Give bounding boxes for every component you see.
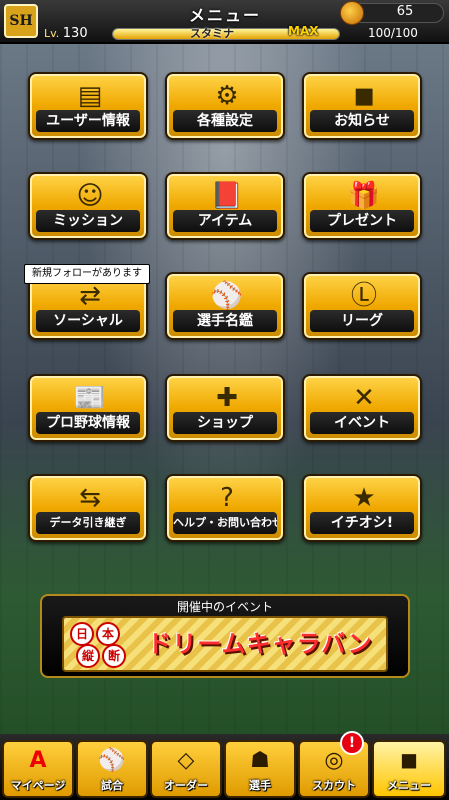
mascot-icon: ◼ [399,748,419,773]
help-label: ヘルプ・お問い合わせ [173,512,277,534]
badge-char-3: 縦 [76,644,100,668]
level-value: 130 [62,26,88,41]
phones-transfer-icon: ⇆ [79,483,101,513]
item-button[interactable]: 📕 アイテム [165,172,285,240]
nav-mypage-label: マイページ [10,779,66,792]
badge-char-2: 本 [96,622,120,646]
event-banner[interactable]: 日 本 縦 断 ドリームキャラバン [62,616,388,672]
star-icon: ★ [352,483,376,513]
badge-char-4: 断 [102,644,126,668]
mission-label: ミッション [36,210,140,232]
nav-order-label: オーダー [164,779,208,792]
help-button[interactable]: ? ヘルプ・お問い合わせ [165,474,285,542]
level-display: Lv. 130 [44,26,88,41]
league-label: リーグ [310,310,414,332]
social-label: ソーシャル [36,310,140,332]
nav-game[interactable]: ⚾ 試合 [76,740,148,798]
nav-mypage[interactable]: A マイページ [2,740,74,798]
stamina-max-label: MAX [288,24,319,38]
mascot-icon: ◼ [353,81,375,111]
mission-button[interactable]: ☺ ミッション [28,172,148,240]
pro-baseball-info-button[interactable]: 📰 プロ野球情報 [28,374,148,442]
coin-count: 65 [396,4,414,19]
nav-game-label: 試合 [101,779,123,792]
shop-label: ショップ [173,412,277,434]
pitcher-icon: ⚾ [210,281,244,311]
user-info-label: ユーザー情報 [36,110,140,132]
id-card-icon: ▤ [77,81,103,111]
shop-icon: ✚ [216,383,238,413]
coin-icon [340,1,364,25]
player-icon: ☗ [250,748,270,773]
data-transfer-label: データ引き継ぎ [36,512,140,534]
user-info-button[interactable]: ▤ ユーザー情報 [28,72,148,140]
present-button[interactable]: 🎁 プレゼント [302,172,422,240]
a-logo-icon: A [29,748,47,773]
event-button[interactable]: ✕ イベント [302,374,422,442]
nav-scout-label: スカウト [312,779,356,792]
page-title: メニュー [188,6,261,25]
new-follow-notice: 新規フォローがあります [24,264,150,284]
player-directory-label: 選手名鑑 [173,310,277,332]
current-event-title: 開催中のイベント [176,600,273,614]
recommend-label: イチオシ! [310,512,414,534]
newspaper-icon: 📰 [73,383,107,413]
badge-char-1: 日 [70,622,94,646]
social-icon: ⇄ [79,281,101,311]
league-laurel-icon: Ⓛ [350,281,377,311]
stamina-label: スタミナ [190,27,234,40]
shop-button[interactable]: ✚ ショップ [165,374,285,442]
nav-order[interactable]: ◇ オーダー [150,740,222,798]
gear-icon: ⚙ [215,81,239,111]
question-icon: ? [220,483,234,513]
scout-alert-badge: ! [340,731,364,755]
book-icon: 📕 [210,181,244,211]
mission-icon: ☺ [76,181,104,211]
event-name: ドリームキャラバン [147,630,373,658]
stadium-icon: ⚾ [98,748,126,773]
stamina-value: 100/100 [368,26,418,40]
bats-ball-icon: ✕ [353,383,375,413]
news-label: お知らせ [310,110,414,132]
team-logo: SH [4,4,38,38]
event-label: イベント [310,412,414,434]
recommend-button[interactable]: ★ イチオシ! [302,474,422,542]
settings-label: 各種設定 [173,110,277,132]
nav-menu[interactable]: ◼ メニュー [372,740,446,798]
league-button[interactable]: Ⓛ リーグ [302,272,422,340]
settings-button[interactable]: ⚙ 各種設定 [165,72,285,140]
nav-players[interactable]: ☗ 選手 [224,740,296,798]
pro-baseball-info-label: プロ野球情報 [36,412,140,434]
level-label: Lv. [44,27,60,40]
nav-players-label: 選手 [249,779,271,792]
event-badge: 日 本 縦 断 [70,622,128,668]
item-label: アイテム [173,210,277,232]
nav-menu-label: メニュー [387,779,431,792]
data-transfer-button[interactable]: ⇆ データ引き継ぎ [28,474,148,542]
news-button[interactable]: ◼ お知らせ [302,72,422,140]
gift-icon: 🎁 [347,181,381,211]
current-event-panel: 開催中のイベント 日 本 縦 断 ドリームキャラバン [40,594,410,678]
field-diamond-icon: ◇ [177,748,195,773]
player-directory-button[interactable]: ⚾ 選手名鑑 [165,272,285,340]
present-label: プレゼント [310,210,414,232]
